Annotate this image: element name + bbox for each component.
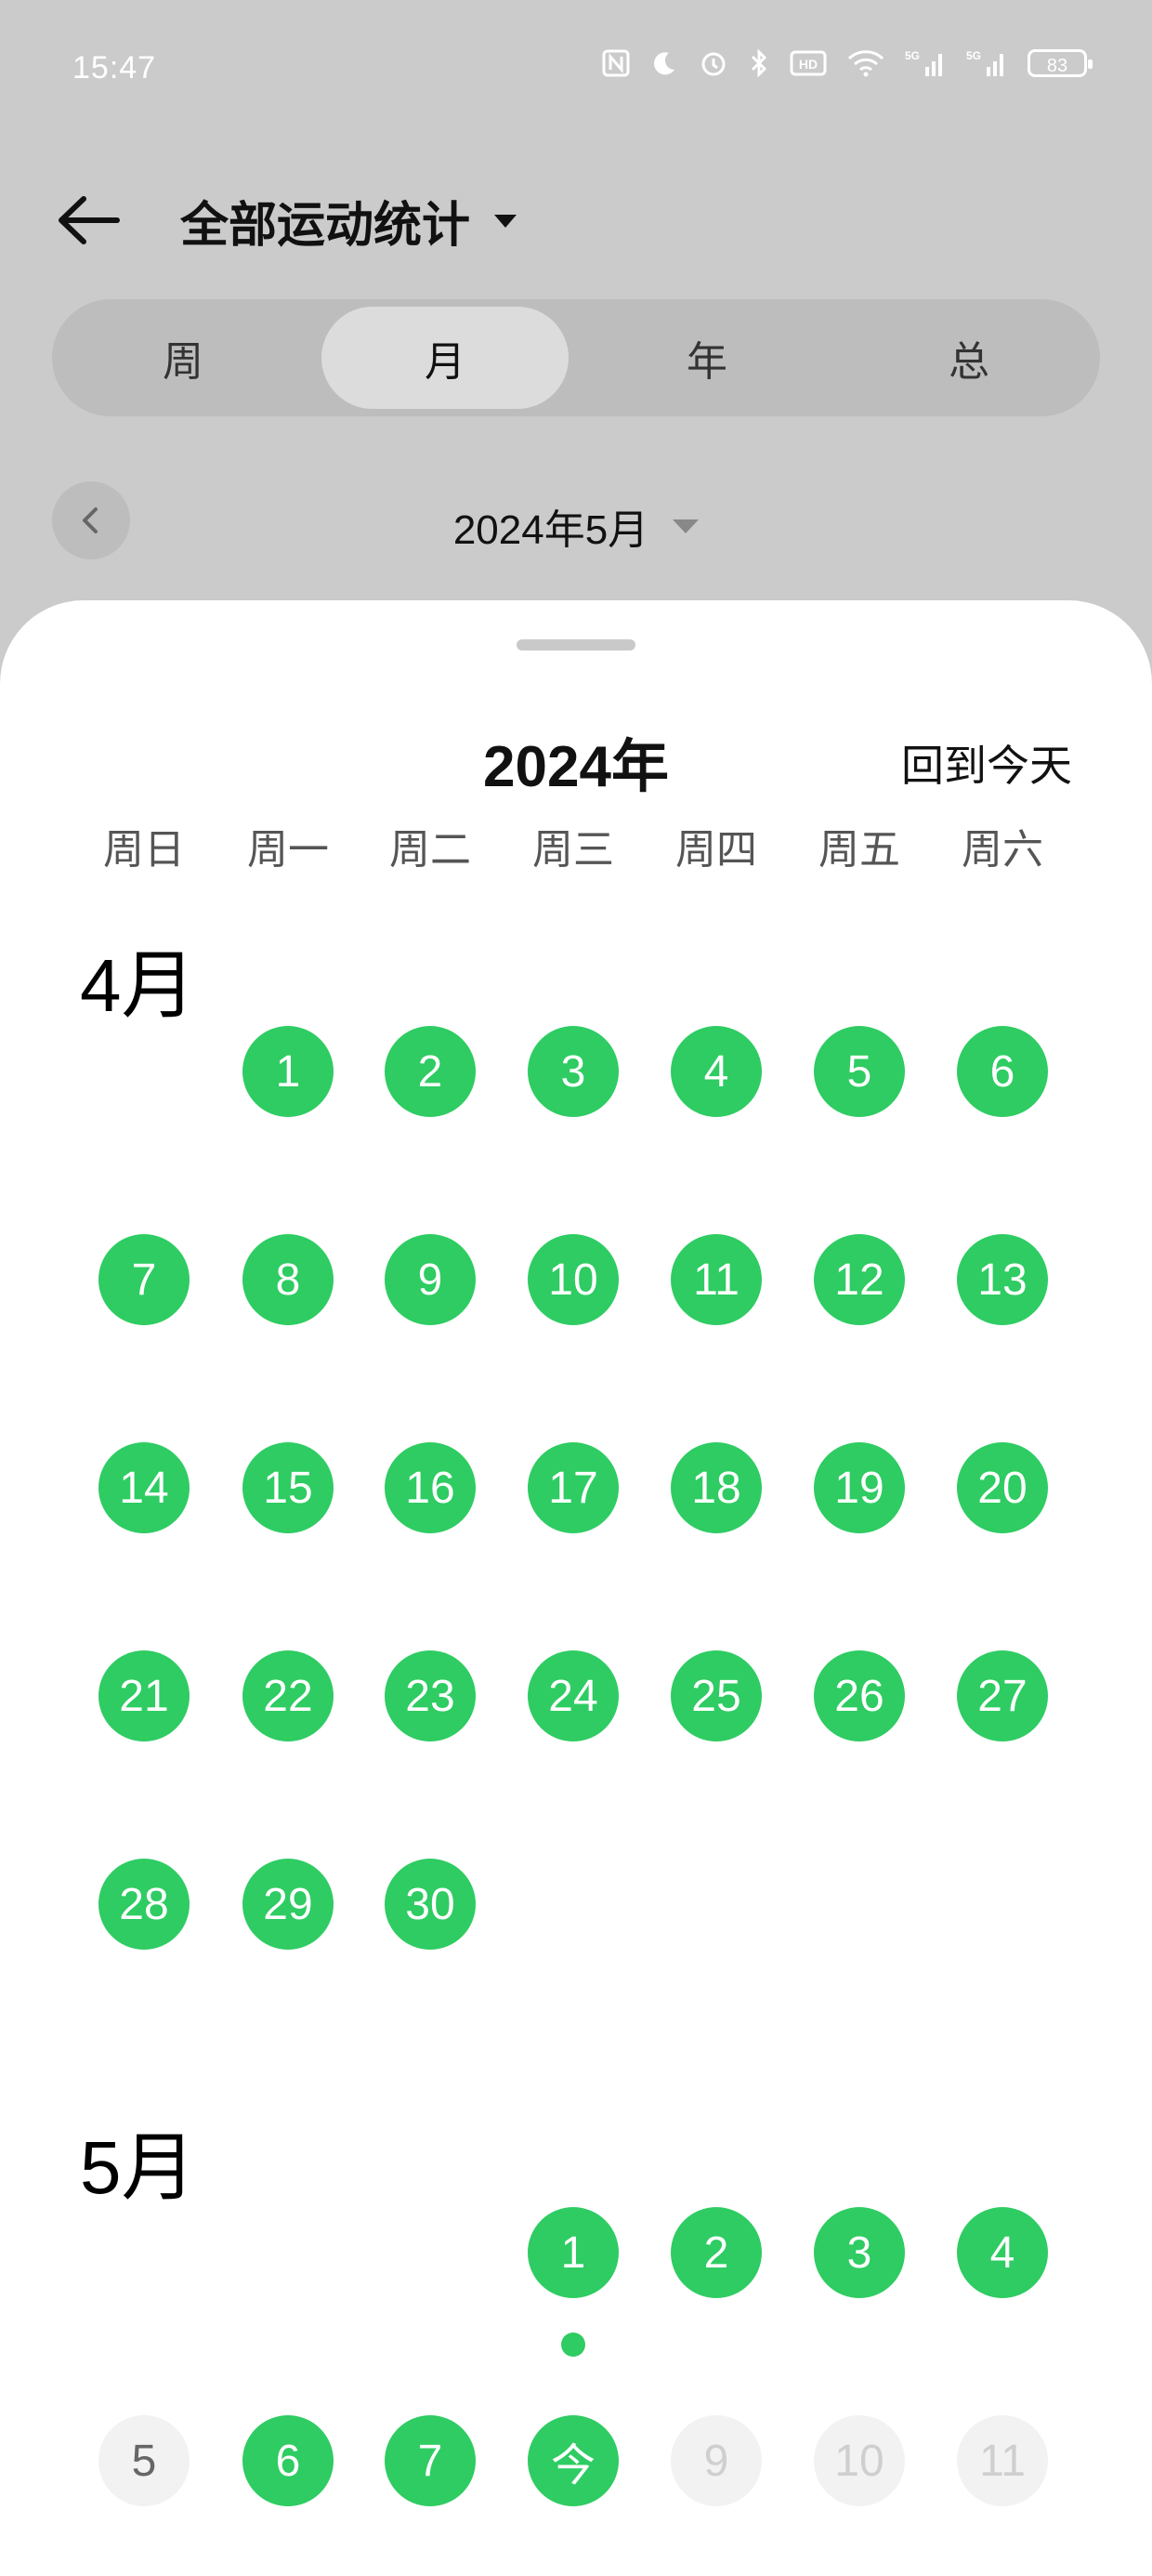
calendar-day[interactable]: 1 [242, 1026, 334, 1117]
calendar-day[interactable]: 15 [242, 1442, 334, 1533]
calendar-day[interactable]: 13 [957, 1234, 1048, 1325]
back-button[interactable] [52, 188, 136, 253]
calendar-day[interactable]: 26 [814, 1650, 905, 1741]
svg-text:5G: 5G [905, 49, 920, 62]
weekday-label: 周二 [389, 827, 471, 873]
caret-down-icon [494, 214, 517, 228]
calendar-day[interactable]: 4 [671, 1026, 762, 1117]
calendar-day[interactable]: 2 [385, 1026, 476, 1117]
tab-week[interactable]: 周 [59, 307, 307, 409]
signal-5g-icon-2: 5G [966, 45, 1007, 82]
calendar-day[interactable]: 5 [814, 1026, 905, 1117]
selected-day-indicator [561, 2333, 585, 2357]
period-selector: 2024年5月 [0, 476, 1152, 569]
calendar-day[interactable]: 28 [98, 1859, 190, 1950]
calendar-day[interactable]: 1 [528, 2207, 619, 2298]
calendar-day-today[interactable]: 今 [528, 2415, 619, 2506]
status-time: 15:47 [72, 50, 157, 85]
hd-icon: HD [790, 45, 827, 82]
weekday-header: 周日 周一 周二 周三 周四 周五 周六 [0, 816, 1152, 873]
calendar-day[interactable]: 4 [957, 2207, 1048, 2298]
calendar-day[interactable]: 20 [957, 1442, 1048, 1533]
period-label: 2024年5月 [452, 507, 649, 553]
calendar-day[interactable]: 21 [98, 1650, 190, 1741]
moon-icon [650, 45, 678, 82]
calendar-day[interactable]: 3 [528, 1026, 619, 1117]
calendar-day[interactable]: 9 [385, 1234, 476, 1325]
back-to-today-button[interactable]: 回到今天 [901, 732, 1072, 794]
tab-year[interactable]: 年 [583, 307, 831, 409]
caret-down-icon [673, 519, 700, 533]
alarm-icon [699, 45, 728, 82]
title-dropdown[interactable]: 全部运动统计 [180, 186, 517, 256]
calendar-day[interactable]: 10 [528, 1234, 619, 1325]
calendar-day[interactable]: 9 [671, 2415, 762, 2506]
tab-total[interactable]: 总 [845, 307, 1093, 409]
arrow-left-icon [59, 196, 120, 244]
calendar-day[interactable]: 24 [528, 1650, 619, 1741]
calendar-day[interactable]: 6 [242, 2415, 334, 2506]
calendar-day[interactable]: 8 [242, 1234, 334, 1325]
weekday-label: 周四 [675, 827, 757, 873]
month-title: 4月 [80, 944, 196, 1027]
weekday-label: 周一 [247, 827, 329, 873]
calendar-day[interactable]: 29 [242, 1859, 334, 1950]
calendar-day[interactable]: 17 [528, 1442, 619, 1533]
nfc-icon [602, 45, 630, 82]
calendar-day[interactable]: 6 [957, 1026, 1048, 1117]
month-title: 5月 [80, 2126, 196, 2209]
calendar-day[interactable]: 11 [671, 1234, 762, 1325]
battery-indicator: 83 [1028, 49, 1093, 77]
period-dropdown[interactable]: 2024年5月 [0, 496, 1152, 556]
calendar-day[interactable]: 18 [671, 1442, 762, 1533]
calendar-day[interactable]: 2 [671, 2207, 762, 2298]
calendar-day[interactable]: 12 [814, 1234, 905, 1325]
calendar-day[interactable]: 10 [814, 2415, 905, 2506]
weekday-label: 周三 [532, 827, 614, 873]
calendar-day[interactable]: 25 [671, 1650, 762, 1741]
page-title: 全部运动统计 [180, 199, 471, 253]
weekday-label: 周日 [103, 827, 185, 873]
calendar-day[interactable]: 19 [814, 1442, 905, 1533]
wifi-icon [847, 45, 884, 82]
sheet-drag-handle[interactable] [517, 639, 635, 651]
status-bar: 15:47 HD 5G 5G 83 [0, 0, 1152, 139]
weekday-label: 周五 [818, 827, 900, 873]
calendar-day[interactable]: 23 [385, 1650, 476, 1741]
calendar-day[interactable]: 30 [385, 1859, 476, 1950]
bluetooth-icon [749, 45, 769, 82]
status-icons: HD 5G 5G 83 [602, 45, 1093, 82]
weekday-label: 周六 [962, 827, 1043, 873]
calendar-day[interactable]: 14 [98, 1442, 190, 1533]
calendar-day[interactable]: 16 [385, 1442, 476, 1533]
calendar-day[interactable]: 3 [814, 2207, 905, 2298]
calendar-day[interactable]: 11 [957, 2415, 1048, 2506]
calendar-day[interactable]: 27 [957, 1650, 1048, 1741]
app-header: 全部运动统计 [0, 177, 1152, 260]
calendar-day[interactable]: 22 [242, 1650, 334, 1741]
calendar-day[interactable]: 7 [385, 2415, 476, 2506]
period-segment-control: 周 月 年 总 [52, 299, 1100, 416]
calendar-day[interactable]: 7 [98, 1234, 190, 1325]
svg-text:5G: 5G [966, 49, 981, 62]
calendar-day[interactable]: 5 [98, 2415, 190, 2506]
svg-text:HD: HD [799, 57, 818, 72]
calendar-bottom-sheet: 2024年 回到今天 周日 周一 周二 周三 周四 周五 周六 4月 1 2 3 4 5 6 7 8 9 10 1… [0, 600, 1152, 2576]
signal-5g-icon: 5G [905, 45, 946, 82]
tab-month[interactable]: 月 [321, 307, 569, 409]
